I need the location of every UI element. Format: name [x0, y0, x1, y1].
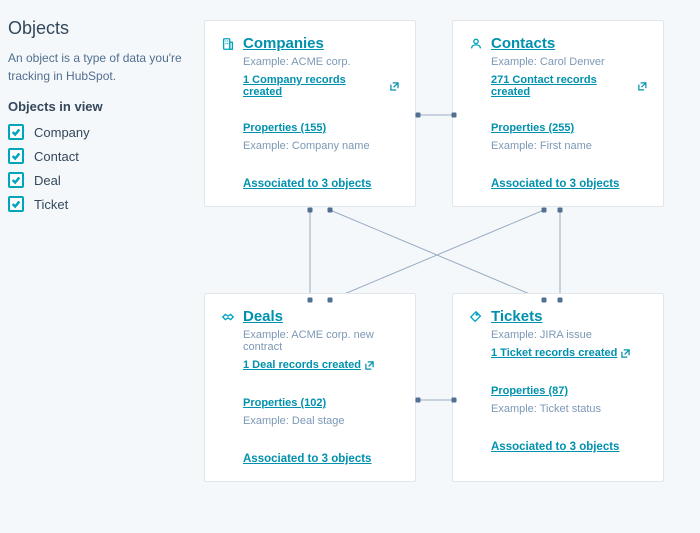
checkbox-checked-icon[interactable]: [8, 124, 24, 140]
properties-example: Example: Company name: [243, 140, 399, 152]
page-description: An object is a type of data you're track…: [8, 49, 188, 85]
card-title-link[interactable]: Companies: [243, 35, 324, 52]
sidebar: Objects An object is a type of data you'…: [0, 0, 200, 533]
filter-label: Deal: [34, 173, 61, 188]
properties-link[interactable]: Properties (155): [243, 122, 326, 134]
ticket-icon: [469, 310, 483, 324]
external-link-icon: [621, 349, 630, 358]
checkbox-checked-icon[interactable]: [8, 148, 24, 164]
checkbox-checked-icon[interactable]: [8, 196, 24, 212]
associated-link[interactable]: Associated to 3 objects: [491, 441, 619, 453]
object-card-contacts: Contacts Example: Carol Denver 271 Conta…: [452, 20, 664, 207]
filter-item-deal[interactable]: Deal: [8, 172, 188, 188]
external-link-icon: [365, 361, 374, 370]
filter-label: Ticket: [34, 197, 68, 212]
properties-example: Example: Ticket status: [491, 403, 647, 415]
object-card-deals: Deals Example: ACME corp. new contract 1…: [204, 293, 416, 482]
card-title-link[interactable]: Deals: [243, 308, 283, 325]
card-title-link[interactable]: Contacts: [491, 35, 555, 52]
card-title-link[interactable]: Tickets: [491, 308, 542, 325]
filter-label: Contact: [34, 149, 79, 164]
card-example: Example: Carol Denver: [491, 56, 647, 68]
records-created-link[interactable]: 1 Deal records created: [243, 359, 374, 371]
filter-item-contact[interactable]: Contact: [8, 148, 188, 164]
associated-link[interactable]: Associated to 3 objects: [243, 178, 371, 190]
records-created-link[interactable]: 1 Ticket records created: [491, 347, 630, 359]
properties-link[interactable]: Properties (102): [243, 397, 326, 409]
handshake-icon: [221, 310, 235, 324]
properties-link[interactable]: Properties (255): [491, 122, 574, 134]
building-icon: [221, 37, 235, 51]
properties-example: Example: Deal stage: [243, 415, 399, 427]
records-created-link[interactable]: 1 Company records created: [243, 74, 399, 98]
checkbox-checked-icon[interactable]: [8, 172, 24, 188]
object-card-companies: Companies Example: ACME corp. 1 Company …: [204, 20, 416, 207]
properties-example: Example: First name: [491, 140, 647, 152]
properties-link[interactable]: Properties (87): [491, 385, 568, 397]
external-link-icon: [390, 82, 399, 91]
filter-label: Company: [34, 125, 90, 140]
section-title: Objects in view: [8, 99, 188, 114]
contact-icon: [469, 37, 483, 51]
records-created-link[interactable]: 271 Contact records created: [491, 74, 647, 98]
filter-item-ticket[interactable]: Ticket: [8, 196, 188, 212]
card-example: Example: ACME corp. new contract: [243, 329, 399, 353]
filter-item-company[interactable]: Company: [8, 124, 188, 140]
diagram-canvas: Companies Example: ACME corp. 1 Company …: [200, 0, 700, 533]
external-link-icon: [638, 82, 647, 91]
object-card-tickets: Tickets Example: JIRA issue 1 Ticket rec…: [452, 293, 664, 482]
page-title: Objects: [8, 18, 188, 39]
associated-link[interactable]: Associated to 3 objects: [243, 453, 371, 465]
card-example: Example: JIRA issue: [491, 329, 647, 341]
associated-link[interactable]: Associated to 3 objects: [491, 178, 619, 190]
card-example: Example: ACME corp.: [243, 56, 399, 68]
